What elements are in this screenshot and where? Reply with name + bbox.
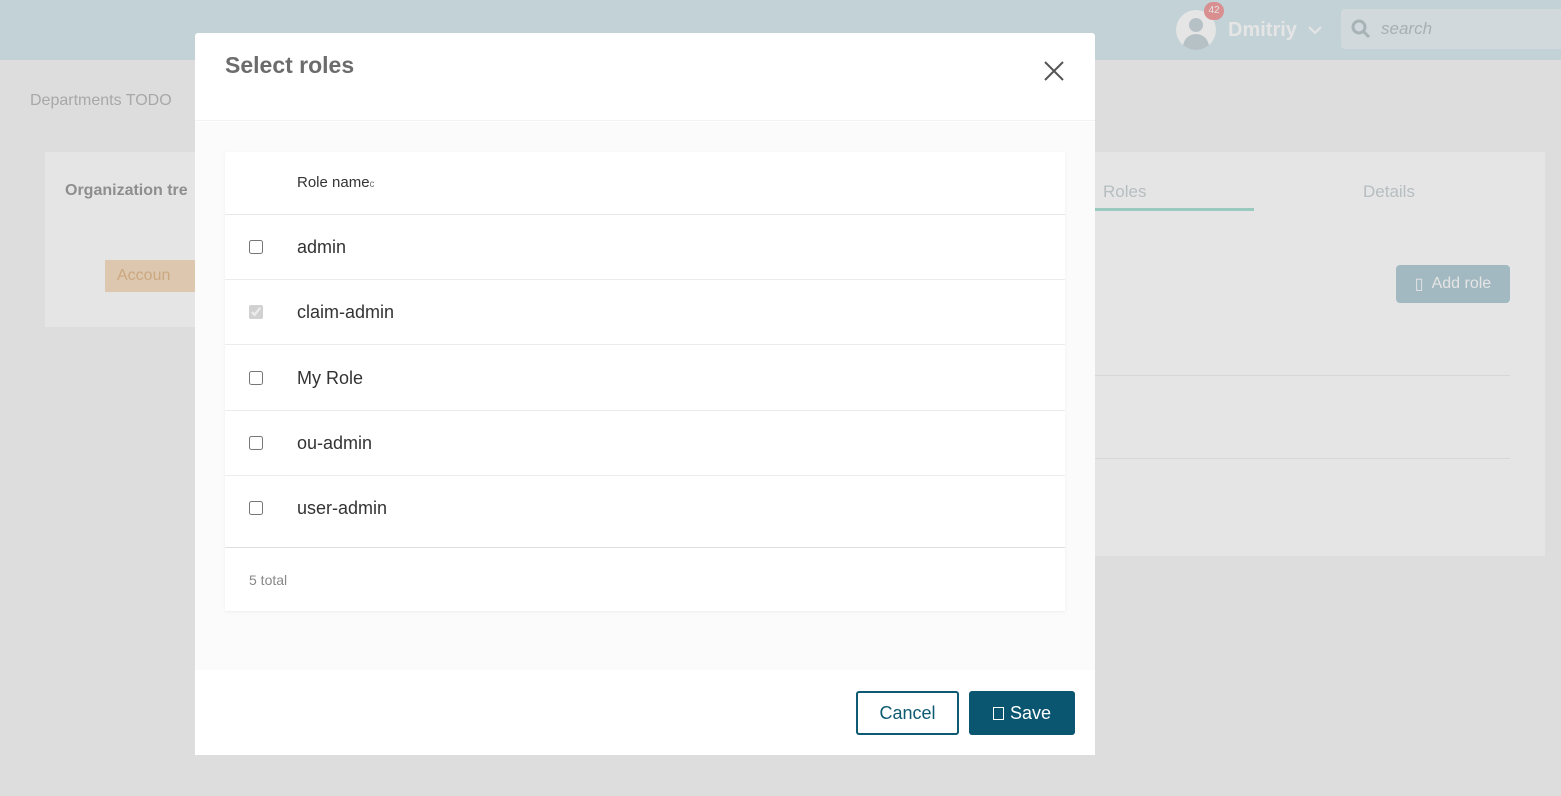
select-roles-dialog: Select roles Role namec admin claim-admi… xyxy=(195,33,1095,755)
table-row[interactable]: claim-admin xyxy=(225,280,1065,345)
save-icon xyxy=(992,706,1004,720)
save-label: Save xyxy=(1009,702,1052,723)
table-footer: 5 total xyxy=(225,547,1065,611)
table-row[interactable]: My Role xyxy=(225,346,1065,411)
row-checkbox[interactable] xyxy=(249,240,263,254)
row-checkbox[interactable] xyxy=(249,501,263,515)
close-icon[interactable] xyxy=(1041,58,1067,84)
role-name: claim-admin xyxy=(297,302,395,322)
total-count: 5 total xyxy=(249,572,288,588)
row-checkbox[interactable] xyxy=(249,305,263,319)
dialog-body: Role namec admin claim-admin My Role ou-… xyxy=(195,122,1095,670)
table-row[interactable]: user-admin xyxy=(225,476,1065,541)
column-header-role-name[interactable]: Role namec xyxy=(297,174,375,191)
dialog-footer: Cancel Save xyxy=(195,670,1095,755)
table-row[interactable]: ou-admin xyxy=(225,411,1065,476)
table-header: Role namec xyxy=(225,152,1065,215)
table-row[interactable]: admin xyxy=(225,215,1065,280)
row-checkbox[interactable] xyxy=(249,436,263,450)
role-name: user-admin xyxy=(297,498,388,518)
role-name: ou-admin xyxy=(297,433,373,453)
roles-table: Role namec admin claim-admin My Role ou-… xyxy=(225,152,1065,611)
dialog-title: Select roles xyxy=(225,52,355,78)
cancel-button[interactable]: Cancel xyxy=(856,691,959,735)
row-checkbox[interactable] xyxy=(249,371,263,385)
dialog-header: Select roles xyxy=(195,33,1095,121)
save-button[interactable]: Save xyxy=(969,691,1075,735)
sort-icon[interactable]: c xyxy=(370,179,375,190)
role-name: admin xyxy=(297,237,347,257)
role-name: My Role xyxy=(297,368,364,388)
